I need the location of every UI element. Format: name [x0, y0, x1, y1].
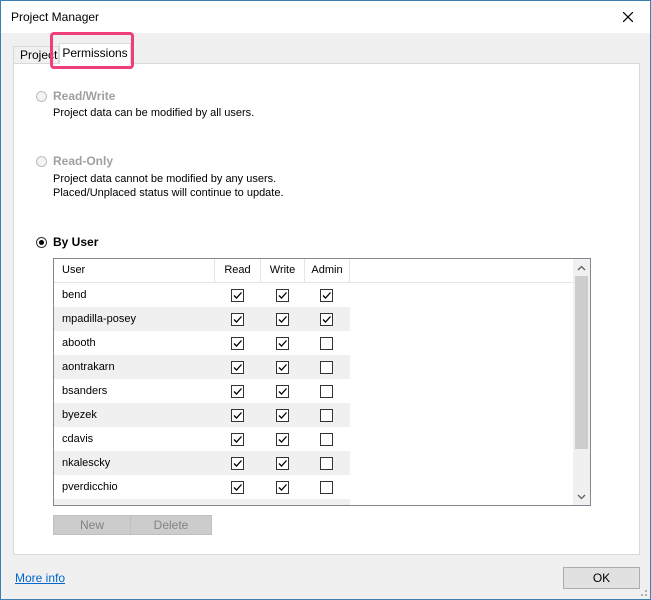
admin-checkbox[interactable] [320, 337, 333, 350]
window-title: Project Manager [11, 10, 100, 24]
read-checkbox[interactable] [231, 409, 244, 422]
user-name-cell: byezek [62, 409, 97, 421]
write-checkbox[interactable] [276, 433, 289, 446]
read-checkbox[interactable] [231, 385, 244, 398]
table-row-partial[interactable] [54, 499, 350, 506]
checkbox[interactable] [231, 505, 244, 506]
tab-strip: Projects Permissions [13, 43, 640, 64]
user-name-cell: nkalescky [62, 457, 111, 469]
read-checkbox[interactable] [231, 481, 244, 494]
column-header-write[interactable]: Write [261, 259, 305, 282]
chevron-down-icon [577, 494, 586, 499]
read-checkbox[interactable] [231, 337, 244, 350]
table-row[interactable]: cdavis [54, 427, 350, 451]
admin-checkbox[interactable] [320, 457, 333, 470]
read-checkbox[interactable] [231, 433, 244, 446]
read-write-description: Project data can be modified by all user… [53, 107, 255, 119]
new-button[interactable]: New [53, 515, 131, 535]
admin-checkbox[interactable] [320, 361, 333, 374]
write-checkbox[interactable] [276, 361, 289, 374]
user-name-cell: bsanders [62, 385, 108, 397]
tab-projects[interactable]: Projects [13, 46, 59, 63]
read-checkbox[interactable] [231, 457, 244, 470]
close-icon [623, 12, 633, 22]
read-only-description: Project data cannot be modified by any u… [53, 173, 284, 199]
admin-checkbox[interactable] [320, 385, 333, 398]
user-name-cell: bend [62, 289, 87, 301]
admin-checkbox[interactable] [320, 481, 333, 494]
user-name-cell: cdavis [62, 433, 94, 445]
chevron-up-icon [577, 265, 586, 270]
delete-button[interactable]: Delete [130, 515, 212, 535]
column-header-read[interactable]: Read [215, 259, 261, 282]
tab-permissions[interactable]: Permissions [59, 43, 131, 64]
write-checkbox[interactable] [276, 289, 289, 302]
table-row[interactable]: pverdicchio [54, 475, 350, 499]
admin-checkbox[interactable] [320, 433, 333, 446]
column-header-admin[interactable]: Admin [305, 259, 350, 282]
by-user-radio[interactable] [36, 237, 47, 248]
write-checkbox[interactable] [276, 457, 289, 470]
user-name-cell: pverdicchio [62, 481, 118, 493]
table-row[interactable]: mpadilla-posey [54, 307, 350, 331]
user-name-cell: abooth [62, 337, 96, 349]
admin-checkbox[interactable] [320, 409, 333, 422]
table-row[interactable]: abooth [54, 331, 350, 355]
checkbox[interactable] [320, 505, 333, 506]
write-checkbox[interactable] [276, 385, 289, 398]
by-user-label: By User [53, 235, 99, 249]
read-write-radio[interactable] [36, 91, 47, 102]
more-info-link[interactable]: More info [15, 571, 65, 585]
grid-header: User Read Write Admin [54, 259, 574, 283]
read-checkbox[interactable] [231, 313, 244, 326]
table-row[interactable]: bsanders [54, 379, 350, 403]
scrollbar-thumb[interactable] [575, 276, 588, 449]
column-header-user[interactable]: User [54, 259, 215, 282]
ok-button[interactable]: OK [563, 567, 640, 589]
write-checkbox[interactable] [276, 481, 289, 494]
write-checkbox[interactable] [276, 337, 289, 350]
admin-checkbox[interactable] [320, 289, 333, 302]
user-name-cell: aontrakarn [62, 361, 115, 373]
read-only-label: Read-Only [53, 154, 114, 168]
table-row[interactable]: bend [54, 283, 350, 307]
write-checkbox[interactable] [276, 313, 289, 326]
radio-selected-dot [39, 240, 44, 245]
read-checkbox[interactable] [231, 361, 244, 374]
user-permissions-grid[interactable]: User Read Write Admin bend mpadilla-posey… [53, 258, 591, 506]
project-manager-dialog: Project Manager Projects Permissions Rea… [0, 0, 651, 600]
close-button[interactable] [606, 1, 650, 33]
checkbox[interactable] [276, 505, 289, 506]
user-name-cell: mpadilla-posey [62, 313, 136, 325]
write-checkbox[interactable] [276, 409, 289, 422]
table-row[interactable]: byezek [54, 403, 350, 427]
scroll-down-button[interactable] [573, 488, 590, 505]
permissions-panel: Read/Write Project data can be modified … [13, 63, 640, 555]
resize-grip-icon[interactable] [638, 587, 648, 597]
read-checkbox[interactable] [231, 289, 244, 302]
read-only-radio[interactable] [36, 156, 47, 167]
admin-checkbox[interactable] [320, 313, 333, 326]
vertical-scrollbar[interactable] [573, 259, 590, 505]
table-row[interactable]: aontrakarn [54, 355, 350, 379]
table-row[interactable]: nkalescky [54, 451, 350, 475]
scroll-up-button[interactable] [573, 259, 590, 276]
title-bar: Project Manager [1, 1, 650, 33]
read-write-label: Read/Write [53, 89, 116, 103]
